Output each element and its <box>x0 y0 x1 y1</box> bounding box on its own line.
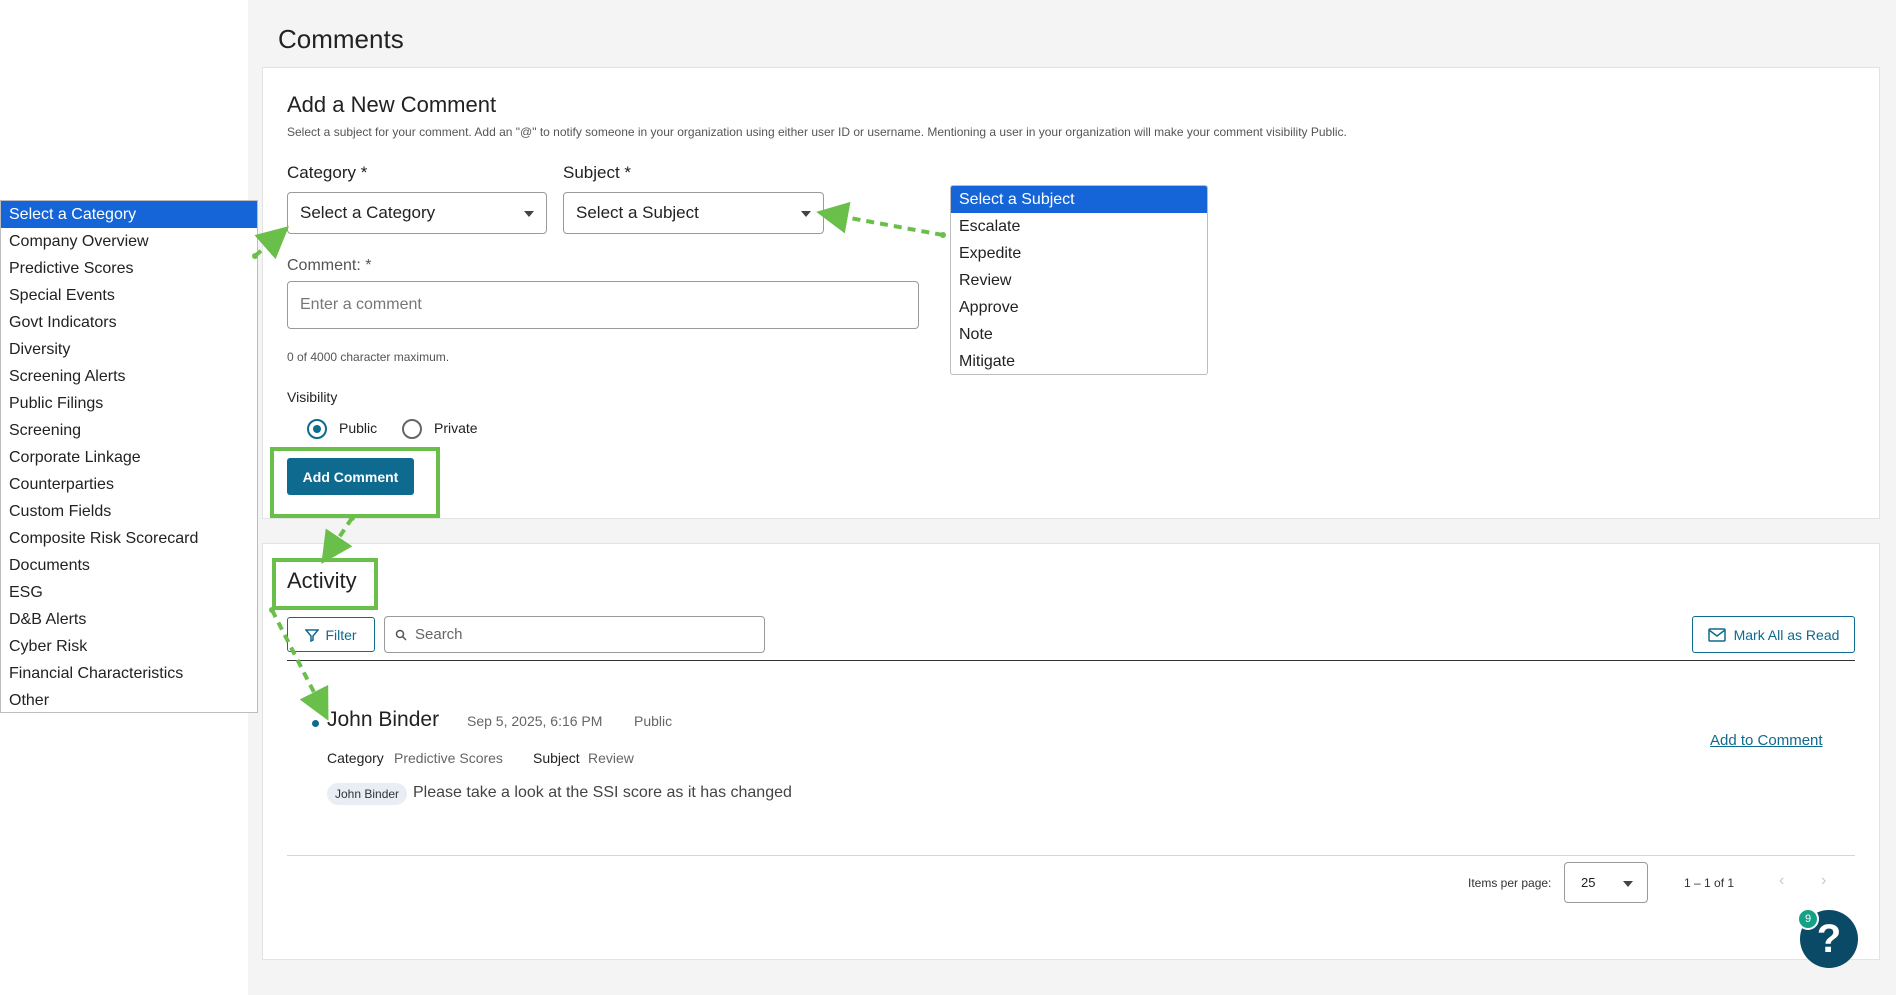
items-per-page-value: 25 <box>1581 875 1596 890</box>
subject-option[interactable]: Mitigate <box>951 348 1207 374</box>
category-option[interactable]: Cyber Risk <box>1 633 257 660</box>
items-per-page-label: Items per page: <box>1468 876 1552 890</box>
next-page-icon[interactable]: › <box>1821 872 1826 890</box>
subject-option[interactable]: Select a Subject <box>951 186 1207 213</box>
visibility-private-radio[interactable] <box>402 419 422 439</box>
entry-category-label: Category <box>327 750 384 766</box>
notification-badge: 9 <box>1797 908 1819 930</box>
subject-dropdown-list: Select a Subject Escalate Expedite Revie… <box>950 185 1208 375</box>
category-option[interactable]: Predictive Scores <box>1 255 257 282</box>
category-option[interactable]: Counterparties <box>1 471 257 498</box>
category-option[interactable]: Company Overview <box>1 228 257 255</box>
category-option[interactable]: ESG <box>1 579 257 606</box>
chevron-down-icon <box>801 211 811 217</box>
activity-divider <box>287 660 1855 661</box>
comment-timestamp: Sep 5, 2025, 6:16 PM <box>467 713 603 729</box>
category-select-value: Select a Category <box>300 203 436 222</box>
comment-label: Comment: * <box>287 257 372 274</box>
search-input[interactable]: Search <box>384 616 765 653</box>
category-select[interactable]: Select a Category <box>287 192 547 234</box>
category-option[interactable]: Financial Characteristics <box>1 660 257 687</box>
category-option[interactable]: Screening Alerts <box>1 363 257 390</box>
comment-author: John Binder <box>327 708 440 731</box>
comment-input[interactable]: Enter a comment <box>287 281 919 329</box>
unread-indicator <box>312 720 319 727</box>
category-option[interactable]: Other <box>1 687 257 714</box>
category-option[interactable]: Govt Indicators <box>1 309 257 336</box>
category-option[interactable]: Public Filings <box>1 390 257 417</box>
envelope-icon <box>1707 627 1726 642</box>
page-title: Comments <box>278 24 404 54</box>
comment-input-placeholder: Enter a comment <box>300 296 422 313</box>
new-comment-help-text: Select a subject for your comment. Add a… <box>287 125 1347 139</box>
category-option[interactable]: Documents <box>1 552 257 579</box>
new-comment-heading: Add a New Comment <box>287 92 497 117</box>
subject-option[interactable]: Review <box>951 267 1207 294</box>
mark-all-read-button[interactable]: Mark All as Read <box>1692 616 1855 653</box>
search-icon <box>395 629 407 641</box>
subject-select-value: Select a Subject <box>576 203 699 222</box>
entry-subject-label: Subject <box>533 750 580 766</box>
subject-option[interactable]: Note <box>951 321 1207 348</box>
add-to-comment-link[interactable]: Add to Comment <box>1710 732 1823 749</box>
category-option[interactable]: Special Events <box>1 282 257 309</box>
category-option[interactable]: Select a Category <box>1 201 257 228</box>
category-option[interactable]: Corporate Linkage <box>1 444 257 471</box>
pagination-divider <box>287 855 1855 856</box>
pagination-range: 1 – 1 of 1 <box>1684 876 1735 890</box>
category-option[interactable]: Screening <box>1 417 257 444</box>
category-label: Category * <box>287 163 368 182</box>
add-comment-highlight <box>270 447 440 518</box>
category-option[interactable]: Diversity <box>1 336 257 363</box>
search-placeholder: Search <box>415 626 463 643</box>
activity-highlight <box>272 558 378 610</box>
visibility-public-label: Public <box>339 420 378 436</box>
visibility-public-radio[interactable] <box>307 419 327 439</box>
category-option[interactable]: Composite Risk Scorecard <box>1 525 257 552</box>
character-count: 0 of 4000 character maximum. <box>287 350 450 364</box>
subject-select[interactable]: Select a Subject <box>563 192 824 234</box>
filter-icon <box>305 628 320 642</box>
chevron-down-icon <box>524 211 534 217</box>
visibility-label: Visibility <box>287 389 338 405</box>
mark-all-read-label: Mark All as Read <box>1733 626 1840 643</box>
entry-subject-value: Review <box>588 750 634 766</box>
subject-option[interactable]: Escalate <box>951 213 1207 240</box>
category-option[interactable]: Custom Fields <box>1 498 257 525</box>
subject-option[interactable]: Expedite <box>951 240 1207 267</box>
mention-chip[interactable]: John Binder <box>327 783 408 805</box>
filter-label: Filter <box>325 626 357 643</box>
subject-option[interactable]: Approve <box>951 294 1207 321</box>
category-dropdown-list: Select a Category Company Overview Predi… <box>0 200 258 713</box>
items-per-page-select[interactable]: 25 <box>1564 862 1648 903</box>
category-option[interactable]: D&B Alerts <box>1 606 257 633</box>
chevron-down-icon <box>1623 881 1633 887</box>
filter-button[interactable]: Filter <box>287 617 375 652</box>
entry-category-value: Predictive Scores <box>394 750 503 766</box>
comment-text: Please take a look at the SSI score as i… <box>413 784 792 801</box>
visibility-private-label: Private <box>434 420 478 436</box>
subject-label: Subject * <box>563 163 632 182</box>
previous-page-icon[interactable]: ‹ <box>1779 872 1784 890</box>
comment-visibility: Public <box>634 713 673 729</box>
